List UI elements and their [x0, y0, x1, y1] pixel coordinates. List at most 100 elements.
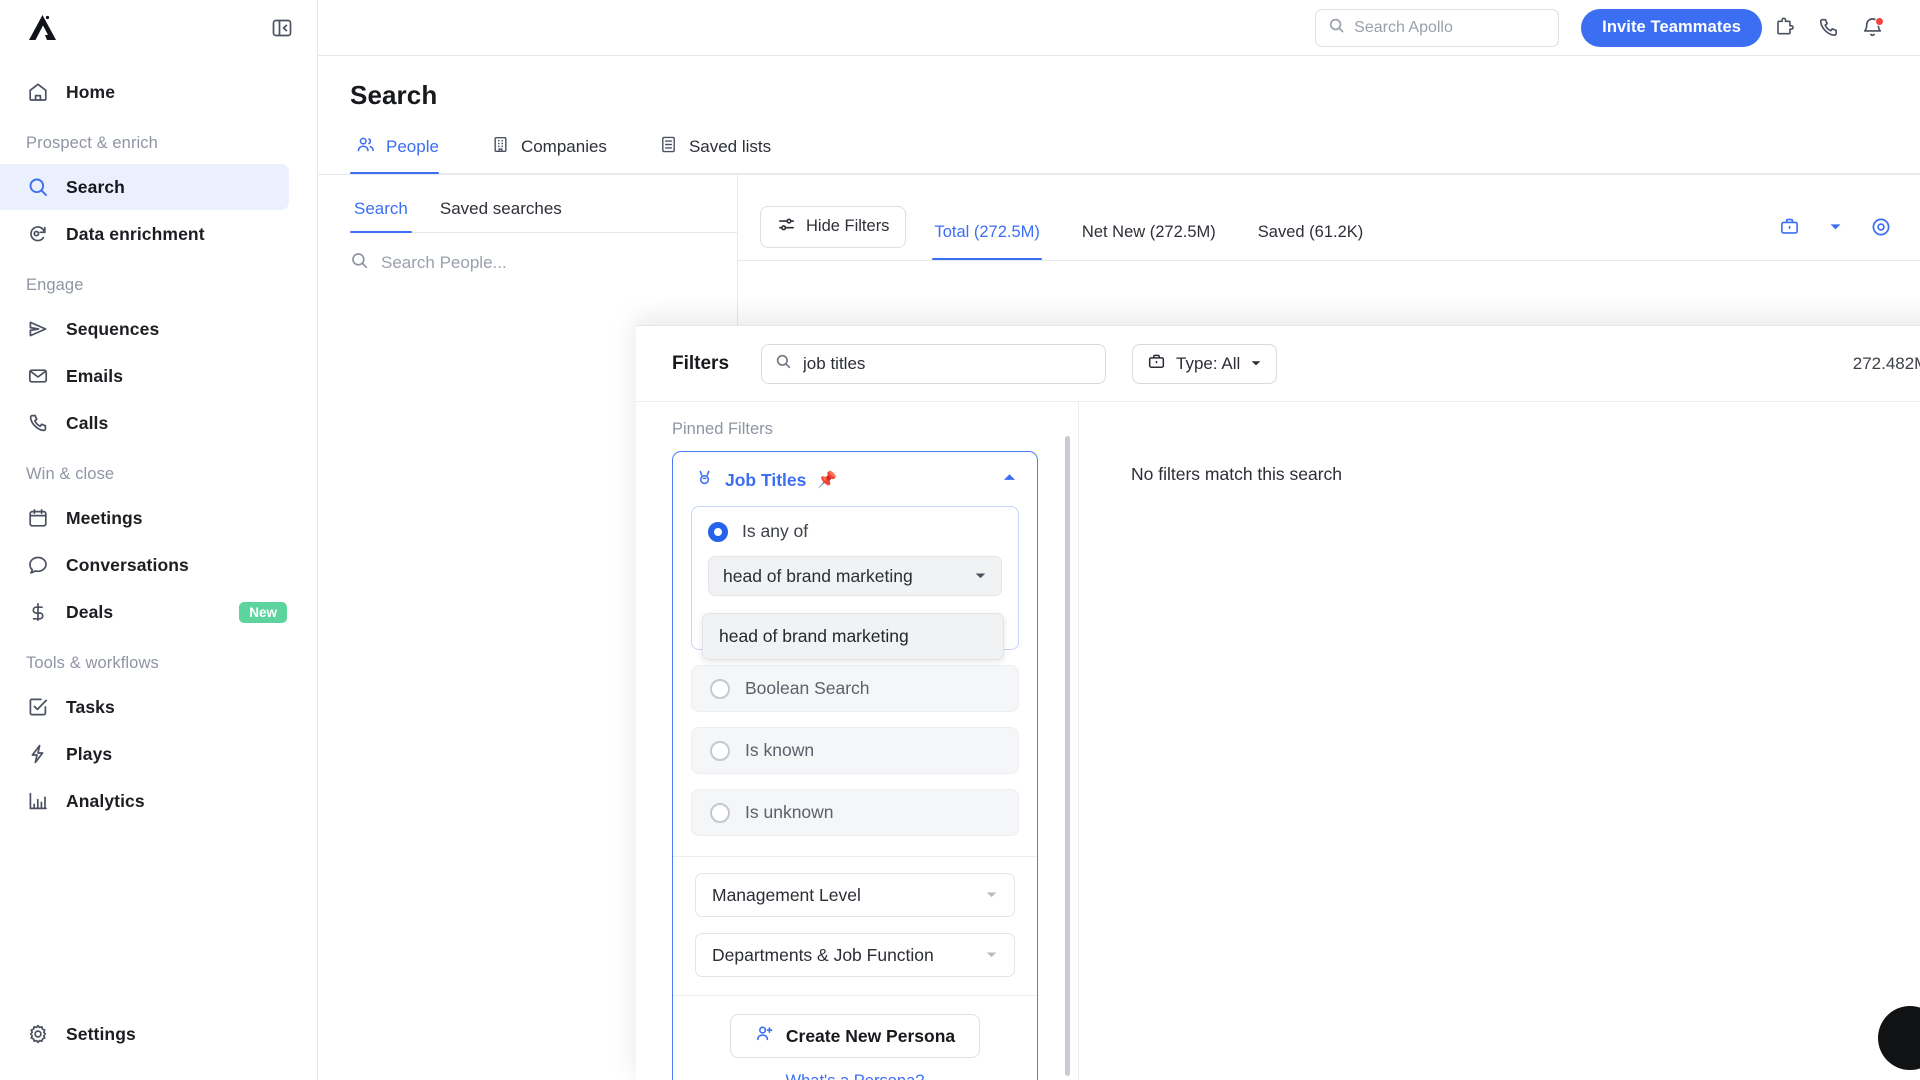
entity-tabs: People Companies Saved lists [350, 129, 1920, 174]
tab-saved-lists[interactable]: Saved lists [653, 129, 791, 173]
sidebar-item-analytics[interactable]: Analytics [0, 778, 289, 824]
departments-job-function-select[interactable]: Departments & Job Function [695, 933, 1015, 977]
sidebar-item-emails[interactable]: Emails [0, 353, 289, 399]
radio-input[interactable] [710, 740, 730, 761]
global-search[interactable] [1315, 8, 1560, 47]
panel-tab-search[interactable]: Search [350, 191, 412, 233]
chat-bubble-icon [26, 553, 50, 577]
radio-is-any-of[interactable]: Is any of [708, 521, 1002, 542]
puzzle-piece-icon[interactable] [1762, 6, 1806, 50]
notification-dot [1875, 16, 1884, 26]
pushpin-icon[interactable]: 📌 [817, 470, 837, 490]
filter-type-dropdown[interactable]: Type: All [1132, 343, 1278, 384]
bell-icon[interactable] [1850, 6, 1894, 50]
phone-icon[interactable] [1806, 6, 1850, 50]
radio-input[interactable] [708, 521, 728, 542]
sidebar-item-home[interactable]: Home [0, 69, 289, 115]
calendar-icon [26, 506, 50, 530]
results-tab-total[interactable]: Total (272.5M) [932, 213, 1043, 260]
chevron-down-icon [985, 945, 998, 966]
hide-filters-button[interactable]: Hide Filters [760, 205, 907, 248]
select-label: Departments & Job Function [712, 944, 934, 965]
hide-filters-label: Hide Filters [806, 217, 890, 235]
panel-tab-saved-searches[interactable]: Saved searches [436, 191, 566, 232]
sidebar-item-conversations[interactable]: Conversations [0, 542, 289, 588]
filters-modal: Filters Type: All [636, 325, 1920, 1080]
tab-label: Saved lists [688, 137, 772, 156]
sidebar-item-settings[interactable]: Settings [0, 1011, 289, 1057]
select-label: Management Level [712, 884, 861, 905]
results-tab-saved[interactable]: Saved (61.2K) [1256, 213, 1365, 260]
option-label: Boolean Search [745, 678, 870, 698]
sidebar-group-label-engage: Engage [26, 276, 84, 294]
sidebar-item-deals[interactable]: Deals New [0, 589, 289, 635]
lightning-icon [26, 742, 50, 766]
option-is-unknown[interactable]: Is unknown [691, 789, 1019, 836]
sidebar-item-tasks[interactable]: Tasks [0, 684, 289, 730]
search-icon [775, 353, 792, 375]
sidebar-item-label: Calls [66, 412, 109, 433]
invite-teammates-button[interactable]: Invite Teammates [1581, 8, 1762, 47]
sidebar-collapse-icon[interactable] [269, 15, 295, 41]
briefcase-icon[interactable] [1772, 210, 1806, 244]
option-boolean-search[interactable]: Boolean Search [691, 665, 1019, 712]
eye-target-icon[interactable] [1864, 210, 1898, 244]
option-is-known[interactable]: Is known [691, 727, 1019, 774]
checkbox-task-icon [26, 695, 50, 719]
chevron-down-icon[interactable] [1818, 210, 1852, 244]
filters-title: Filters [672, 352, 730, 374]
chevron-down-icon [1250, 354, 1262, 374]
tab-label: Companies [520, 137, 607, 156]
sidebar-item-calls[interactable]: Calls [0, 400, 289, 446]
management-level-select[interactable]: Management Level [695, 873, 1015, 917]
home-icon [26, 80, 50, 104]
sidebar-item-label: Home [66, 81, 116, 102]
filters-list-column: Pinned Filters Job Titles 📌 Is any of he… [636, 402, 1079, 1080]
sidebar-item-label: Deals [66, 601, 114, 622]
results-toolbar: Hide Filters Total (272.5M) Net New (272… [738, 175, 1920, 261]
tab-companies[interactable]: Companies [485, 129, 627, 173]
job-titles-select[interactable]: head of brand marketing [708, 556, 1002, 596]
toolbar-right-icons [1772, 210, 1920, 244]
results-tab-net-new[interactable]: Net New (272.5M) [1080, 213, 1218, 260]
radio-label: Is any of [742, 521, 809, 541]
sidebar-group-label-prospect: Prospect & enrich [26, 134, 158, 152]
sidebar-group-label-win: Win & close [26, 465, 115, 483]
sidebar-item-sequences[interactable]: Sequences [0, 306, 289, 352]
sidebar-nav: Home Prospect & enrich Search Data enric… [0, 56, 317, 1010]
search-input[interactable] [1354, 18, 1547, 37]
top-bar: Invite Teammates [318, 0, 1920, 56]
radio-input[interactable] [710, 802, 730, 823]
persona-badge-icon [695, 468, 714, 492]
sidebar-item-label: Data enrichment [66, 223, 205, 244]
sidebar-item-label: Tasks [66, 696, 115, 717]
sidebar-item-search[interactable]: Search [0, 164, 289, 210]
apollo-logo[interactable] [26, 13, 60, 43]
whats-a-persona-link[interactable]: What's a Persona? [673, 1072, 1037, 1080]
filters-search[interactable] [761, 343, 1107, 384]
sidebar-item-data-enrichment[interactable]: Data enrichment [0, 211, 289, 257]
radio-input[interactable] [710, 678, 730, 699]
filters-scrollbar[interactable] [1065, 436, 1070, 1076]
job-titles-header[interactable]: Job Titles 📌 [673, 452, 1037, 506]
caret-up-icon[interactable] [1002, 470, 1017, 490]
status-badge-new: New [239, 601, 287, 623]
phone-icon [26, 411, 50, 435]
job-titles-dropdown-option[interactable]: head of brand marketing [702, 613, 1004, 660]
sidebar-header [0, 0, 317, 56]
main-area: Invite Teammates Search [318, 0, 1920, 1080]
user-plus-icon [755, 1024, 774, 1048]
records-found-label: 272.482M records found [1852, 353, 1920, 373]
filters-results-column: No filters match this search [1079, 402, 1920, 1080]
sidebar-item-meetings[interactable]: Meetings [0, 495, 289, 541]
sidebar-item-plays[interactable]: Plays [0, 731, 289, 777]
page-header: Search People Companies Saved lists [318, 56, 1920, 175]
tab-people[interactable]: People [350, 129, 459, 174]
sidebar-item-label: Meetings [66, 507, 143, 528]
people-search-input[interactable] [381, 253, 681, 273]
chevron-down-icon [985, 885, 998, 906]
people-search[interactable] [350, 233, 737, 293]
create-new-persona-button[interactable]: Create New Persona [729, 1014, 981, 1058]
filters-search-input[interactable] [803, 353, 1093, 374]
sidebar-group-label-tools: Tools & workflows [26, 654, 159, 672]
